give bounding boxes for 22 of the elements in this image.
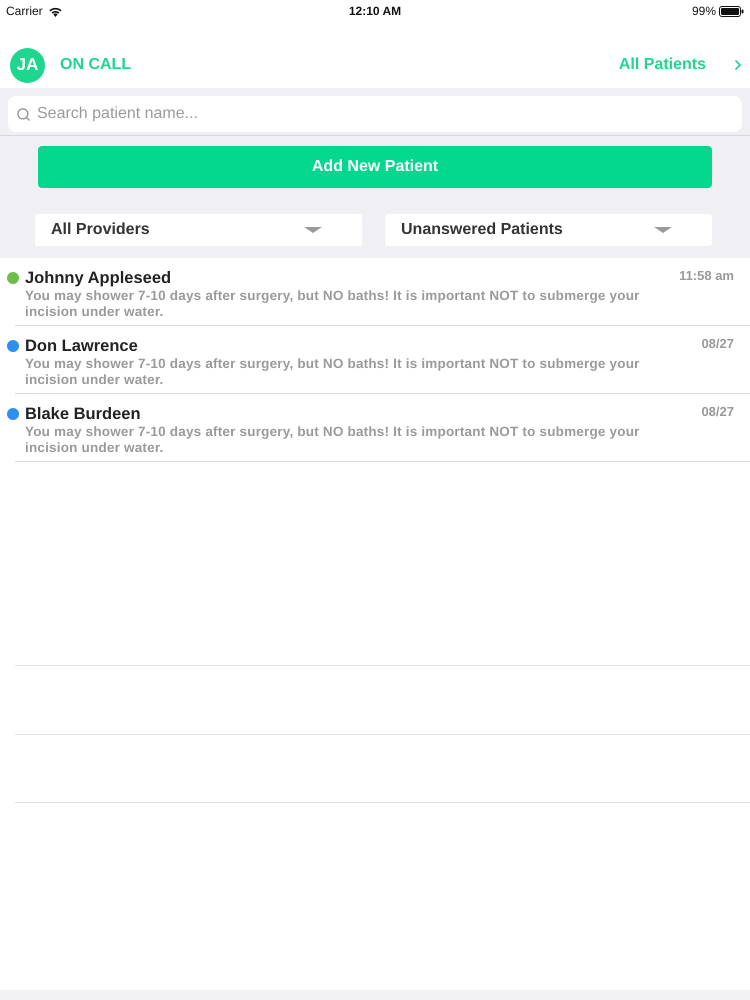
message-time: 11:58 am — [679, 268, 735, 285]
avatar: JA — [10, 48, 45, 82]
caret-icon — [654, 227, 672, 233]
filter-dropdown[interactable]: All Providers — [35, 214, 362, 246]
message-time: 08/27 — [701, 404, 735, 421]
message-time: 08/27 — [701, 336, 735, 353]
caret-icon — [304, 227, 322, 233]
patient-name[interactable]: Don Lawrence — [25, 336, 665, 356]
filter-dropdown[interactable]: Unanswered Patients — [385, 214, 712, 246]
on-call-status: ON CALL — [60, 55, 132, 75]
patient-name[interactable]: Blake Burdeen — [25, 404, 665, 424]
battery-icon — [719, 6, 744, 16]
patient-name[interactable]: Johnny Appleseed — [25, 268, 665, 288]
search-icon — [16, 107, 31, 122]
clock-time: 12:10 AM — [348, 3, 402, 20]
search-field[interactable]: Search patient name... — [8, 96, 742, 132]
message-preview: You may shower 7-10 days after surgery, but NO baths! It is important NOT to submerge your incision under water. — [25, 424, 641, 456]
carrier-label: Carrier — [6, 3, 43, 20]
message-preview: You may shower 7-10 days after surgery, but NO baths! It is important NOT to submerge your incision under water. — [25, 356, 641, 388]
wifi-icon — [48, 6, 63, 16]
message-preview: You may shower 7-10 days after surgery, but NO baths! It is important NOT to submerge your incision under water. — [25, 288, 641, 320]
battery-percentage: 99% — [692, 3, 716, 20]
